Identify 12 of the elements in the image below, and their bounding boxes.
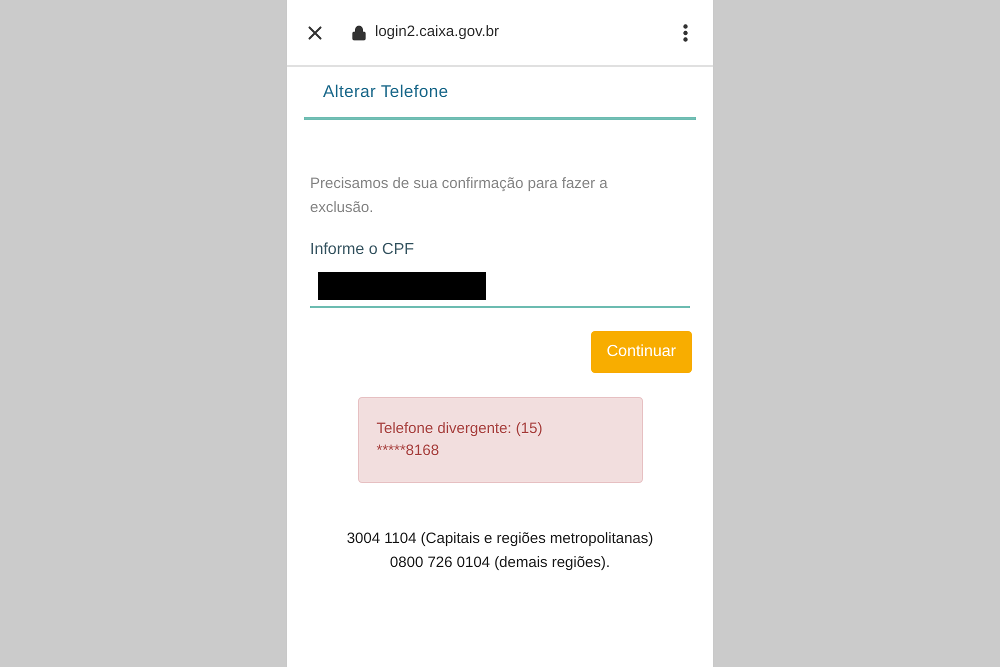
lock-icon (351, 24, 367, 40)
url-text: login2.caixa.gov.br (375, 22, 499, 42)
error-text: Telefone divergente: (15) (376, 419, 544, 439)
cpf-label: Informe o CPF (310, 240, 416, 260)
message-text: Precisamos de sua confirmação para fazer a exclusão. (310, 174, 609, 218)
cpf-input-field[interactable] (310, 272, 690, 308)
continue-button[interactable]: Continuar (590, 331, 692, 373)
error-text: *****8168 (376, 441, 440, 461)
page-title: Alterar Telefone (323, 82, 449, 101)
more-icon (682, 24, 688, 42)
phone-number-text: 0800 726 0104 (demais regiões). (390, 553, 610, 573)
phone-number-text: 3004 1104 (Capitais e regiões metropolitanas) (346, 529, 654, 549)
